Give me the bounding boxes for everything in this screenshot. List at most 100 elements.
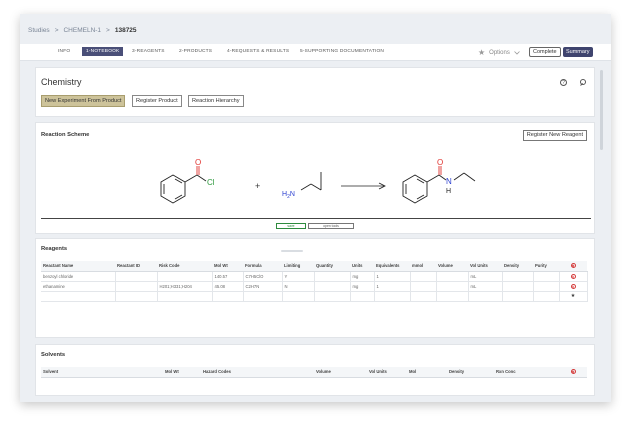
- col-solvent[interactable]: Solvent: [41, 367, 163, 378]
- open-tools-button[interactable]: open tools: [308, 223, 354, 229]
- delete-icon[interactable]: ⊗: [570, 369, 576, 375]
- cell[interactable]: [533, 271, 560, 282]
- cell[interactable]: [115, 271, 158, 282]
- cell[interactable]: [314, 271, 351, 282]
- cell[interactable]: Y: [282, 271, 315, 282]
- cell[interactable]: [157, 291, 213, 302]
- cell[interactable]: [314, 291, 351, 302]
- cell[interactable]: 140.57: [212, 271, 244, 282]
- delete-icon[interactable]: ⊗: [570, 283, 576, 289]
- breadcrumb-study[interactable]: CHEMELN-1: [63, 27, 101, 34]
- cell[interactable]: [436, 271, 469, 282]
- cell[interactable]: mL: [468, 281, 503, 292]
- cell[interactable]: [410, 281, 437, 292]
- col-mol[interactable]: Mol: [407, 367, 447, 378]
- col-formula[interactable]: Formula: [243, 261, 282, 272]
- cell[interactable]: [436, 291, 469, 302]
- col-mol-wt[interactable]: Mol Wt: [163, 367, 201, 378]
- cell[interactable]: [436, 281, 469, 292]
- cell[interactable]: H201;H331;H204: [157, 281, 213, 292]
- cell[interactable]: N: [282, 281, 315, 292]
- col-density[interactable]: Density: [502, 261, 533, 272]
- col-reactant-name[interactable]: Reactant Name: [41, 261, 115, 272]
- breadcrumb-studies[interactable]: Studies: [28, 27, 50, 34]
- cell[interactable]: mg: [350, 271, 375, 282]
- col-hazard-codes[interactable]: Hazard Codes: [201, 367, 314, 378]
- cell[interactable]: [502, 281, 534, 292]
- cell[interactable]: C2H7N: [243, 281, 283, 292]
- register-new-reagent-button[interactable]: Register New Reagent: [522, 130, 587, 141]
- tab-requests-results[interactable]: 4-REQUESTS & RESULTS: [227, 49, 289, 54]
- cell[interactable]: [115, 291, 158, 302]
- cell[interactable]: [243, 291, 283, 302]
- cell[interactable]: [410, 291, 437, 302]
- cell[interactable]: [115, 281, 158, 292]
- product-hydrogen-label: H: [446, 188, 451, 195]
- table-row[interactable]: ethanamine H201;H331;H204 45.08 C2H7N N …: [41, 281, 588, 292]
- cell[interactable]: 1: [374, 271, 411, 282]
- cell[interactable]: [157, 271, 213, 282]
- col-vol-units[interactable]: Vol Units: [367, 367, 407, 378]
- cell[interactable]: [410, 271, 437, 282]
- breadcrumb-separator: >: [106, 27, 110, 34]
- add-row-icon[interactable]: ★: [571, 293, 575, 299]
- col-purity[interactable]: Purity: [533, 261, 559, 272]
- table-row-empty[interactable]: ★: [41, 291, 588, 302]
- col-rxn-conc[interactable]: Rxn Conc: [494, 367, 559, 378]
- cell[interactable]: [533, 291, 560, 302]
- col-limiting[interactable]: Limiting: [282, 261, 314, 272]
- cell[interactable]: benzoyl chloride: [41, 271, 116, 282]
- cell[interactable]: 1: [374, 281, 411, 292]
- table-row[interactable]: benzoyl chloride 140.57 C7H5ClO Y mg 1 m…: [41, 271, 588, 282]
- options-menu[interactable]: ★ Options: [478, 48, 520, 57]
- drag-handle[interactable]: [281, 250, 303, 252]
- tab-reagents[interactable]: 3-REAGENTS: [132, 49, 165, 54]
- cell[interactable]: [350, 291, 375, 302]
- cell[interactable]: [502, 291, 534, 302]
- search-icon[interactable]: [579, 79, 586, 86]
- tab-notebook[interactable]: 1-NOTEBOOK: [82, 47, 124, 56]
- delete-icon[interactable]: ⊗: [570, 273, 576, 279]
- cell[interactable]: 45.08: [212, 281, 244, 292]
- summary-button[interactable]: Summary: [563, 47, 593, 57]
- col-quantity[interactable]: Quantity: [314, 261, 350, 272]
- cell[interactable]: [282, 291, 315, 302]
- col-units[interactable]: Units: [350, 261, 374, 272]
- cell[interactable]: mL: [468, 271, 503, 282]
- delete-icon[interactable]: ⊗: [570, 263, 576, 269]
- tab-products[interactable]: 2-PRODUCTS: [179, 49, 212, 54]
- col-density[interactable]: Density: [447, 367, 494, 378]
- cell[interactable]: ethanamine: [41, 281, 116, 292]
- register-product-button[interactable]: Register Product: [132, 95, 182, 107]
- reaction-scheme-title: Reaction Scheme: [41, 132, 90, 138]
- reaction-hierarchy-button[interactable]: Reaction Hierarchy: [188, 95, 244, 107]
- star-icon[interactable]: ★: [478, 48, 485, 57]
- col-volume[interactable]: Volume: [314, 367, 367, 378]
- col-mmol[interactable]: mmol: [410, 261, 436, 272]
- cell[interactable]: [502, 271, 534, 282]
- col-vol-units[interactable]: Vol Units: [468, 261, 502, 272]
- tab-info[interactable]: INFO: [58, 49, 70, 54]
- save-button[interactable]: save: [276, 223, 306, 229]
- cell[interactable]: [533, 281, 560, 292]
- oxygen-atom-label: O: [195, 158, 201, 167]
- col-equivalents[interactable]: Equivalents: [374, 261, 410, 272]
- complete-button[interactable]: Complete: [529, 47, 561, 57]
- reaction-scheme-card: Reaction Scheme Register New Reagent O C…: [35, 122, 595, 234]
- scrollbar[interactable]: [600, 70, 603, 150]
- new-experiment-from-product-button[interactable]: New Experiment From Product: [41, 95, 126, 107]
- cell[interactable]: [374, 291, 411, 302]
- cell[interactable]: [41, 291, 116, 302]
- cell[interactable]: mg: [350, 281, 375, 292]
- cell[interactable]: C7H5ClO: [243, 271, 283, 282]
- cell[interactable]: [212, 291, 244, 302]
- reaction-canvas[interactable]: O Cl + H2N O N H: [36, 141, 596, 221]
- col-volume[interactable]: Volume: [436, 261, 468, 272]
- help-icon[interactable]: ?: [560, 79, 567, 86]
- cell[interactable]: [468, 291, 503, 302]
- tab-supporting-docs[interactable]: 5-SUPPORTING DOCUMENTATION: [300, 49, 384, 54]
- col-mol-wt[interactable]: Mol Wt: [212, 261, 243, 272]
- col-risk-code[interactable]: Risk Code: [157, 261, 212, 272]
- col-reactant-id[interactable]: Reactant ID: [115, 261, 157, 272]
- cell[interactable]: [314, 281, 351, 292]
